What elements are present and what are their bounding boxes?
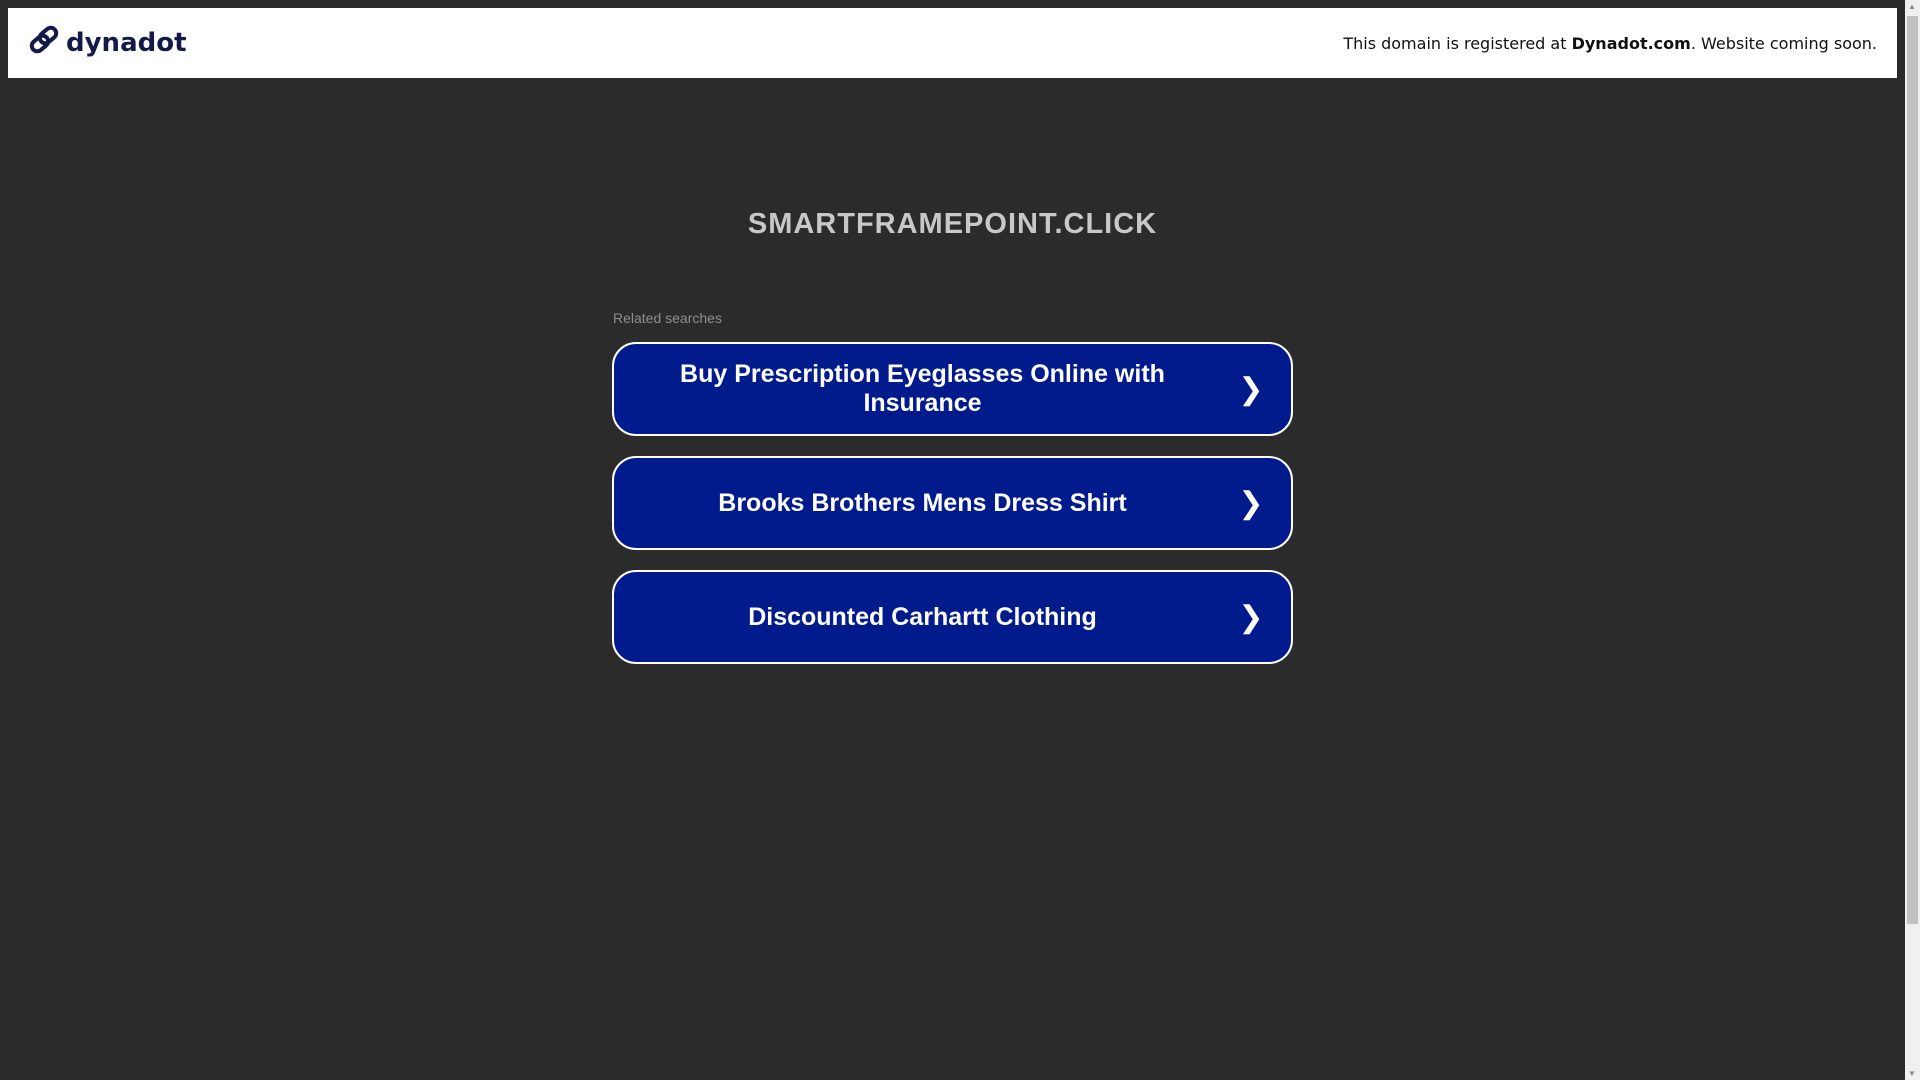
registration-notice: This domain is registered at Dynadot.com…: [1343, 34, 1877, 53]
related-link-label: Buy Prescription Eyeglasses Online with …: [680, 360, 1165, 417]
link-chain-icon: [28, 24, 60, 63]
related-link-button[interactable]: Buy Prescription Eyeglasses Online with …: [612, 342, 1293, 436]
scroll-down-arrow-icon[interactable]: ▼: [1908, 1069, 1916, 1078]
notice-brand-link[interactable]: Dynadot.com: [1572, 34, 1691, 53]
related-link-button[interactable]: Discounted Carhartt Clothing ❯: [612, 570, 1293, 664]
dynadot-logo[interactable]: dynadot: [28, 24, 187, 63]
chevron-right-icon: ❯: [1238, 486, 1264, 520]
logo-text: dynadot: [66, 28, 187, 58]
domain-title: SMARTFRAMEPOINT.CLICK: [747, 208, 1158, 240]
scrollbar-thumb[interactable]: [1907, 16, 1918, 924]
header-bar: dynadot This domain is registered at Dyn…: [8, 8, 1897, 78]
scroll-up-arrow-icon[interactable]: ▲: [1908, 2, 1916, 11]
related-searches-label: Related searches: [613, 310, 722, 326]
related-link-label: Brooks Brothers Mens Dress Shirt: [718, 488, 1127, 517]
chevron-right-icon: ❯: [1238, 372, 1264, 406]
notice-prefix: This domain is registered at: [1343, 33, 1572, 53]
chevron-right-icon: ❯: [1238, 600, 1264, 634]
related-link-label: Discounted Carhartt Clothing: [748, 602, 1097, 631]
vertical-scrollbar[interactable]: ▲ ▼: [1905, 0, 1920, 1080]
notice-suffix: . Website coming soon.: [1690, 33, 1877, 53]
related-link-button[interactable]: Brooks Brothers Mens Dress Shirt ❯: [612, 456, 1293, 550]
